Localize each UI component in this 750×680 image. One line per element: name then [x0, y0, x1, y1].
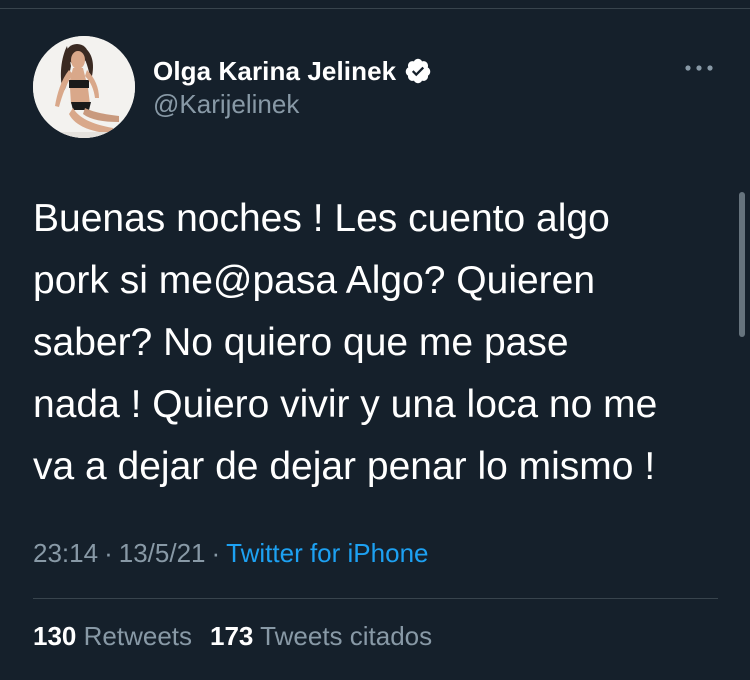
retweets-stat[interactable]: 130 Retweets	[33, 621, 192, 651]
tweet-stats: 130 Retweets 173 Tweets citados	[33, 621, 432, 652]
scrollbar-thumb[interactable]	[739, 192, 745, 337]
tweet-text: Buenas noches ! Les cuento algo pork si …	[33, 197, 658, 488]
avatar-photo	[33, 36, 135, 138]
quotes-stat[interactable]: 173 Tweets citados	[210, 621, 432, 651]
tweet-meta: 23:14 · 13/5/21 · Twitter for iPhone	[33, 538, 428, 569]
author-display-name[interactable]: Olga Karina Jelinek	[153, 56, 396, 87]
author-handle[interactable]: @Karijelinek	[153, 89, 299, 120]
author-name-row[interactable]: Olga Karina Jelinek	[153, 55, 432, 87]
tweet-source-link[interactable]: Twitter for iPhone	[226, 538, 428, 568]
top-divider	[0, 8, 750, 9]
avatar[interactable]	[33, 36, 135, 138]
stats-divider	[33, 598, 718, 599]
retweets-count: 130	[33, 621, 77, 651]
quotes-label: Tweets citados	[260, 621, 433, 651]
meta-separator: ·	[211, 538, 221, 568]
tweet-time[interactable]: 23:14	[33, 538, 98, 568]
meta-separator: ·	[104, 538, 113, 568]
more-horizontal-icon[interactable]	[683, 60, 715, 76]
verified-badge-icon	[404, 57, 432, 85]
quotes-count: 173	[210, 621, 254, 651]
tweet-date[interactable]: 13/5/21	[119, 538, 206, 568]
retweets-label: Retweets	[83, 621, 193, 651]
